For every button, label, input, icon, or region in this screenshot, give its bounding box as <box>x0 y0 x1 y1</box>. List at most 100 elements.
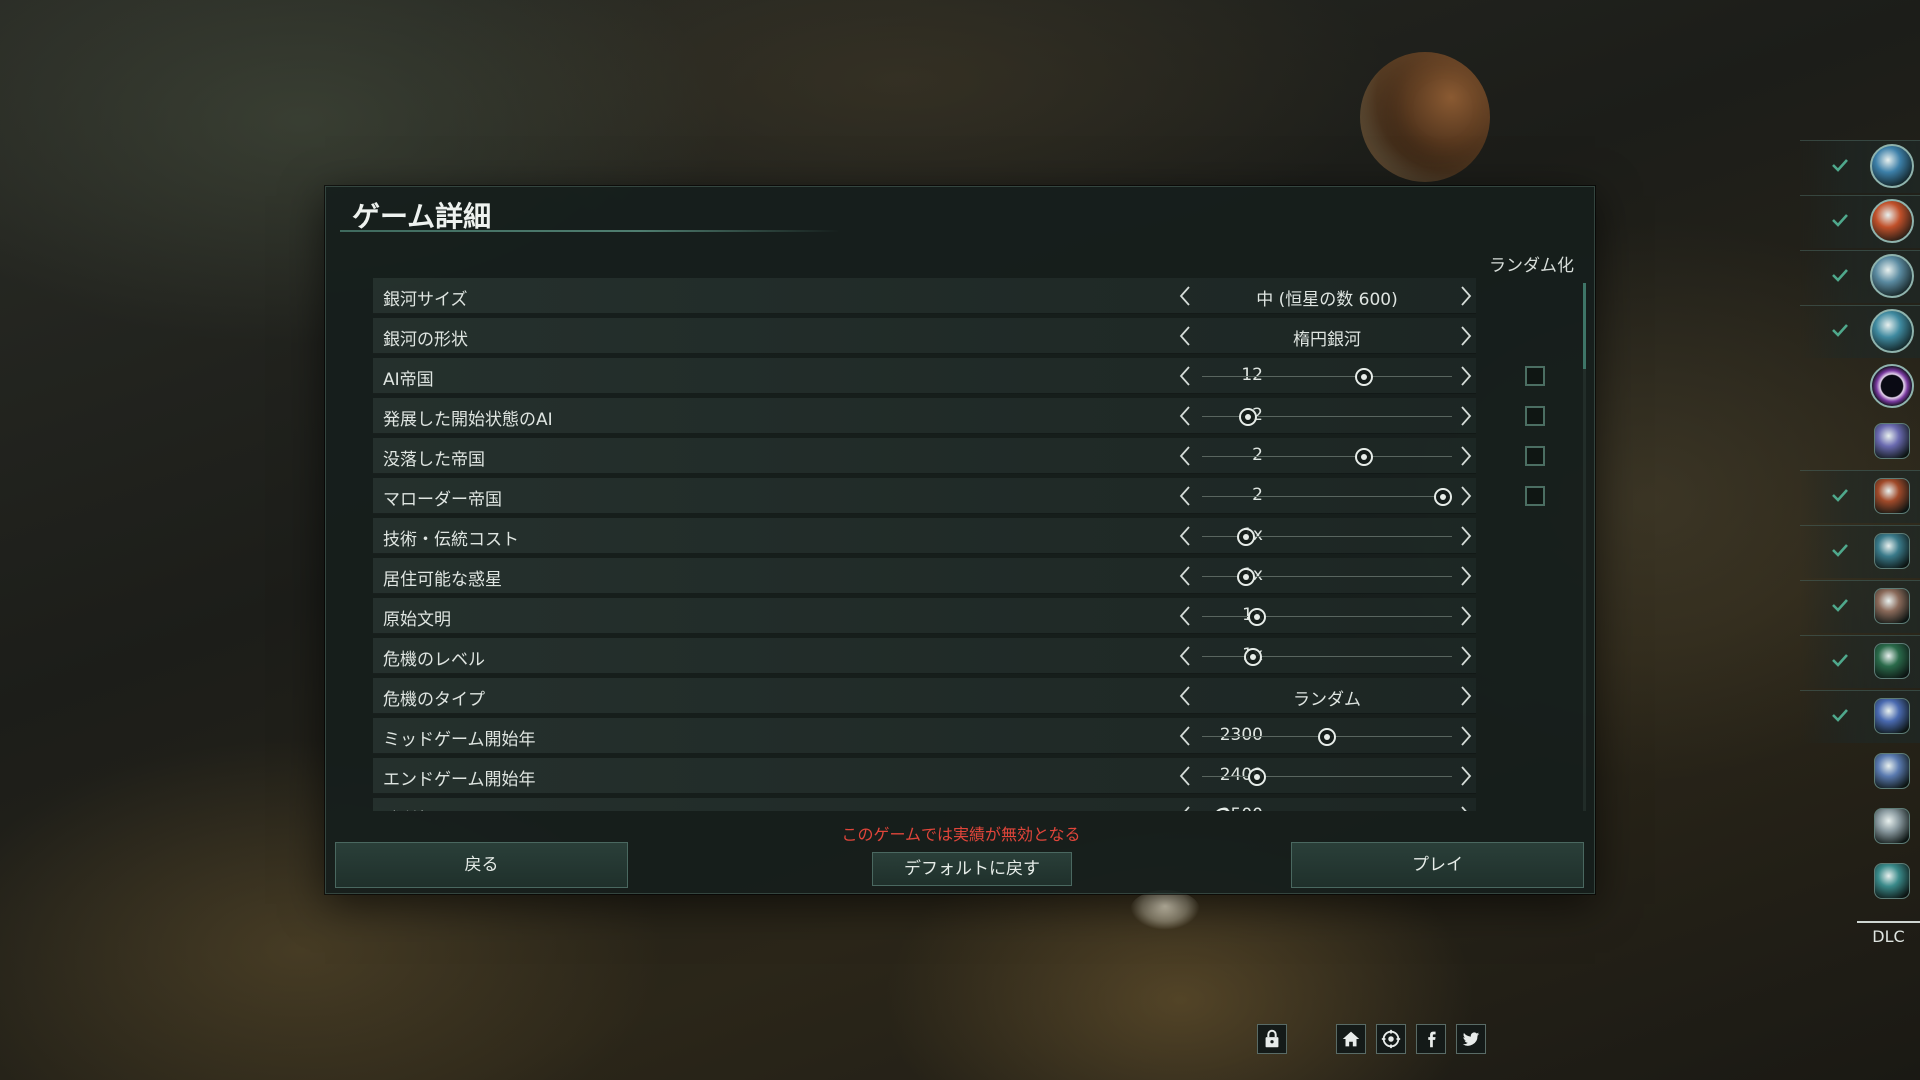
setting-row: 危機のレベル1x <box>373 638 1476 674</box>
increase-arrow-icon[interactable] <box>1454 804 1476 811</box>
setting-value: 2 <box>1252 445 1263 465</box>
increase-arrow-icon[interactable] <box>1454 444 1476 468</box>
dlc-item <box>1800 745 1920 797</box>
setting-label: 居住可能な惑星 <box>383 570 502 590</box>
scrollbar-thumb[interactable] <box>1583 283 1586 369</box>
decrease-arrow-icon[interactable] <box>1173 684 1197 708</box>
decrease-arrow-icon[interactable] <box>1173 564 1197 588</box>
slider-knob[interactable] <box>1248 608 1267 626</box>
paradox-logo-icon[interactable] <box>1376 1024 1406 1054</box>
decrease-arrow-icon[interactable] <box>1173 324 1197 348</box>
slider-knob[interactable] <box>1434 488 1452 506</box>
reptilian-portrait-icon <box>1874 478 1910 514</box>
setting-label: 技術・伝統コスト <box>383 530 519 550</box>
setting-label: 銀河サイズ <box>383 290 468 310</box>
decrease-arrow-icon[interactable] <box>1173 604 1197 628</box>
slider-track[interactable] <box>1202 456 1452 457</box>
decrease-arrow-icon[interactable] <box>1173 804 1197 811</box>
slider-track[interactable] <box>1202 656 1452 657</box>
setting-row: 没落した帝国 2 <box>373 438 1476 474</box>
setting-row: 技術・伝統コスト1x <box>373 518 1476 554</box>
increase-arrow-icon[interactable] <box>1454 564 1476 588</box>
decrease-arrow-icon[interactable] <box>1173 644 1197 668</box>
slider-knob[interactable] <box>1236 568 1255 586</box>
lock-icon[interactable] <box>1257 1024 1287 1054</box>
setting-row: 危機のタイプ ランダム <box>373 678 1476 714</box>
ringed-world-icon <box>1870 309 1914 353</box>
setting-choice-value: 中 (恒星の数 600) <box>1256 290 1398 310</box>
back-button[interactable]: 戻る <box>335 842 628 888</box>
title-underline <box>340 230 840 232</box>
randomize-checkbox[interactable] <box>1525 366 1545 386</box>
increase-arrow-icon[interactable] <box>1454 404 1476 428</box>
increase-arrow-icon[interactable] <box>1454 284 1476 308</box>
setting-label: 危機のタイプ <box>383 690 485 710</box>
increase-arrow-icon[interactable] <box>1454 604 1476 628</box>
settings-list[interactable]: 銀河サイズ 中 (恒星の数 600) 銀河の形状 楕円銀河 AI帝国 12 発展した開始状態… <box>373 278 1476 811</box>
setting-label: AI帝国 <box>383 370 434 390</box>
slider-track[interactable] <box>1202 776 1452 777</box>
dlc-item <box>1800 525 1920 578</box>
reset-default-button[interactable]: デフォルトに戻す <box>872 852 1072 886</box>
slider-track[interactable] <box>1202 496 1452 497</box>
setting-label: 銀河の形状 <box>383 330 468 350</box>
slider-track[interactable] <box>1202 616 1452 617</box>
decrease-arrow-icon[interactable] <box>1173 484 1197 508</box>
slider-knob[interactable] <box>1318 728 1336 746</box>
decrease-arrow-icon[interactable] <box>1173 404 1197 428</box>
randomize-checkbox[interactable] <box>1525 486 1545 506</box>
slider-knob[interactable] <box>1355 448 1374 466</box>
checkmark-icon <box>1830 595 1850 615</box>
slider-knob[interactable] <box>1236 528 1255 546</box>
play-button[interactable]: プレイ <box>1291 842 1584 888</box>
dlc-item <box>1800 305 1920 358</box>
increase-arrow-icon[interactable] <box>1454 484 1476 508</box>
increase-arrow-icon[interactable] <box>1454 764 1476 788</box>
increase-arrow-icon[interactable] <box>1454 684 1476 708</box>
increase-arrow-icon[interactable] <box>1454 364 1476 388</box>
checkmark-icon <box>1830 650 1850 670</box>
increase-arrow-icon[interactable] <box>1454 524 1476 548</box>
home-icon[interactable] <box>1336 1024 1366 1054</box>
setting-row: エンドゲーム開始年 2400 <box>373 758 1476 794</box>
slider-knob[interactable] <box>1243 648 1262 666</box>
decrease-arrow-icon[interactable] <box>1173 444 1197 468</box>
increase-arrow-icon[interactable] <box>1454 724 1476 748</box>
randomize-checkbox[interactable] <box>1525 406 1545 426</box>
decrease-arrow-icon[interactable] <box>1173 724 1197 748</box>
slider-knob[interactable] <box>1355 368 1374 386</box>
dlc-item <box>1800 690 1920 743</box>
setting-choice-value: 楕円銀河 <box>1293 330 1361 350</box>
humanoid-portrait-icon <box>1874 533 1910 569</box>
settings-scrollbar[interactable] <box>1583 283 1586 811</box>
increase-arrow-icon[interactable] <box>1454 644 1476 668</box>
increase-arrow-icon[interactable] <box>1454 324 1476 348</box>
facebook-icon[interactable] <box>1416 1024 1446 1054</box>
background-planet <box>1360 52 1490 182</box>
background-starship <box>1130 890 1200 930</box>
randomize-checkbox[interactable] <box>1525 446 1545 466</box>
setting-value: 2300 <box>1219 725 1263 745</box>
decrease-arrow-icon[interactable] <box>1173 284 1197 308</box>
setting-row: ミッドゲーム開始年 2300 <box>373 718 1476 754</box>
twitter-icon[interactable] <box>1456 1024 1486 1054</box>
setting-row: 銀河サイズ 中 (恒星の数 600) <box>373 278 1476 314</box>
federation-emblem-icon <box>1870 254 1914 298</box>
checkmark-icon <box>1830 705 1850 725</box>
setting-choice-value: ランダム <box>1293 690 1361 710</box>
setting-label: マローダー帝国 <box>383 490 502 510</box>
checkmark-icon <box>1830 485 1850 505</box>
setting-row: 原始文明1x <box>373 598 1476 634</box>
decrease-arrow-icon[interactable] <box>1173 764 1197 788</box>
checkmark-icon <box>1830 320 1850 340</box>
setting-row: 発展した開始状態のAI 2 <box>373 398 1476 434</box>
decrease-arrow-icon[interactable] <box>1173 364 1197 388</box>
checkmark-icon <box>1830 210 1850 230</box>
eye-creature-icon <box>1874 863 1910 899</box>
slider-knob[interactable] <box>1239 408 1258 426</box>
slider-knob[interactable] <box>1248 768 1267 786</box>
slider-track[interactable] <box>1202 376 1452 377</box>
robot-portrait-icon <box>1874 698 1910 734</box>
dlc-item <box>1800 580 1920 633</box>
decrease-arrow-icon[interactable] <box>1173 524 1197 548</box>
